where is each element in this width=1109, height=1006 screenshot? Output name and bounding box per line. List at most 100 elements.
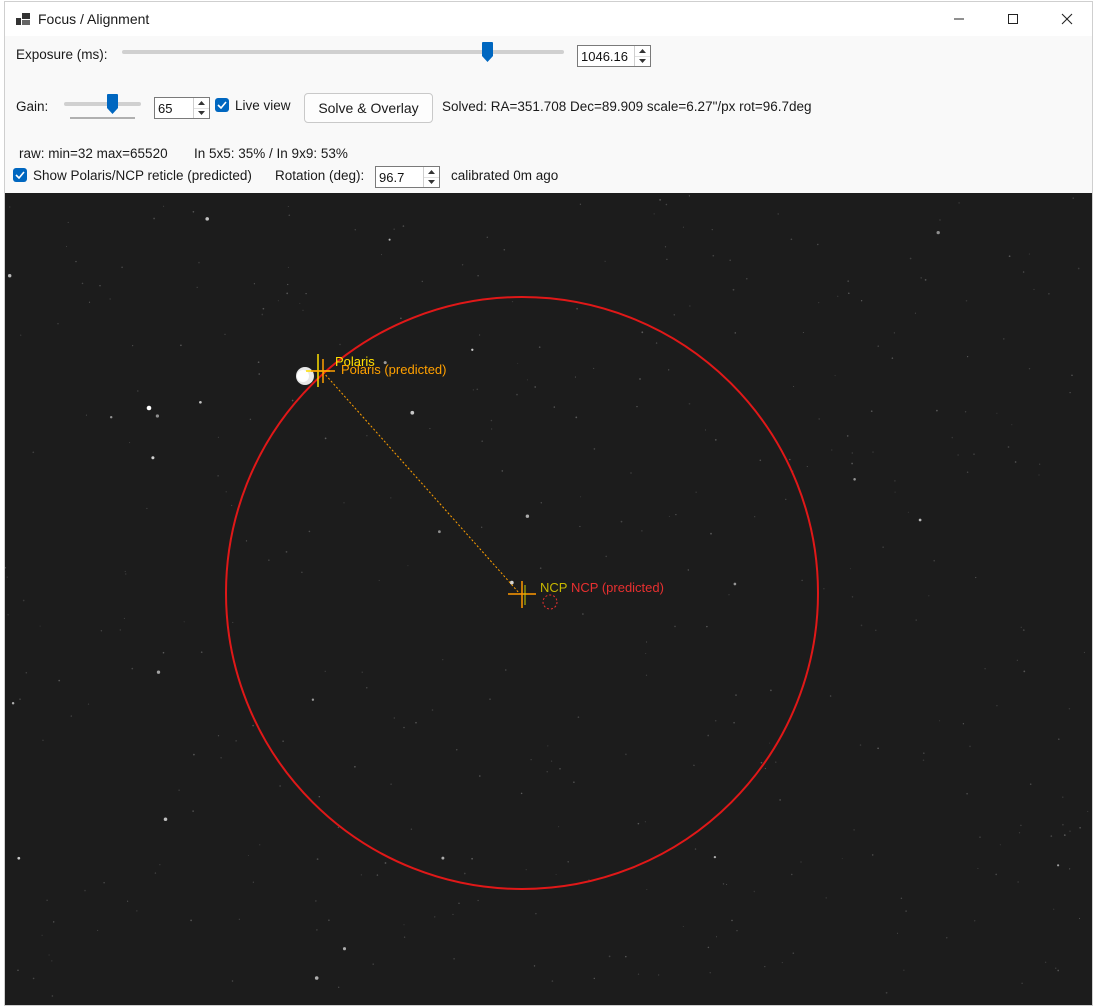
rotation-label: Rotation (deg):: [275, 168, 365, 183]
faint-star: [539, 567, 542, 569]
solve-overlay-button[interactable]: Solve & Overlay: [304, 93, 433, 123]
faint-star: [109, 415, 113, 419]
faint-star: [192, 211, 195, 213]
faint-star: [706, 625, 708, 628]
faint-star: [415, 721, 417, 724]
close-button[interactable]: [1040, 2, 1092, 36]
faint-star: [441, 856, 445, 860]
faint-star: [1021, 982, 1023, 984]
faint-star: [939, 219, 941, 221]
faint-star: [760, 761, 763, 764]
faint-star: [693, 764, 695, 767]
faint-star: [764, 767, 767, 770]
faint-star: [99, 285, 101, 287]
faint-star: [936, 230, 940, 235]
faint-star: [196, 286, 198, 289]
faint-star: [688, 195, 691, 197]
gain-slider-track[interactable]: [64, 102, 141, 106]
faint-star: [159, 864, 161, 866]
faint-star: [525, 514, 530, 518]
reticle-checkbox[interactable]: [13, 168, 27, 182]
ncp-predicted-label: NCP (predicted): [571, 580, 664, 595]
faint-star: [715, 936, 718, 938]
faint-star: [354, 229, 357, 231]
faint-star: [1008, 255, 1011, 258]
gain-slider-thumb[interactable]: [107, 94, 118, 114]
faint-star: [249, 418, 252, 421]
gain-tick-bar: [70, 117, 135, 119]
faint-star: [472, 389, 475, 391]
live-view-label[interactable]: Live view: [235, 98, 291, 113]
faint-star: [190, 919, 192, 922]
arrow-up-icon: [198, 101, 205, 105]
sky-image-view[interactable]: Polaris Polaris (predicted) NCP NCP (pre…: [5, 193, 1092, 1005]
faint-star: [877, 345, 879, 347]
reticle-label[interactable]: Show Polaris/NCP reticle (predicted): [33, 168, 252, 183]
exposure-value: 1046.16: [581, 49, 628, 64]
faint-star: [777, 213, 779, 215]
faint-star: [753, 890, 755, 893]
polaris-predicted-label: Polaris (predicted): [341, 362, 447, 377]
faint-star: [517, 362, 519, 364]
faint-star: [1016, 659, 1018, 661]
faint-star: [85, 414, 87, 416]
faint-star: [675, 513, 677, 516]
faint-star: [644, 821, 647, 823]
faint-star: [966, 792, 968, 795]
faint-star: [1028, 368, 1031, 370]
faint-star: [907, 511, 909, 513]
checkmark-icon: [217, 101, 227, 109]
faint-star: [726, 883, 728, 886]
faint-star: [605, 555, 607, 558]
faint-star: [659, 199, 661, 201]
live-view-checkbox[interactable]: [215, 98, 229, 112]
faint-star: [338, 986, 340, 988]
faint-star: [936, 409, 938, 412]
faint-star: [1003, 338, 1005, 340]
exposure-slider-thumb[interactable]: [482, 42, 493, 62]
faint-star: [127, 900, 129, 902]
faint-star: [1068, 708, 1071, 710]
faint-star: [301, 571, 303, 574]
exposure-spinbox[interactable]: 1046.16: [577, 45, 651, 67]
faint-star: [490, 419, 493, 422]
faint-star: [198, 261, 200, 264]
faint-star: [1017, 881, 1019, 883]
faint-star: [769, 742, 771, 744]
faint-star: [1050, 835, 1053, 837]
faint-star: [933, 559, 935, 562]
faint-star: [547, 745, 549, 747]
faint-star: [682, 226, 684, 228]
faint-star: [653, 213, 655, 215]
faint-star: [999, 844, 1001, 846]
bright-star: [146, 405, 152, 411]
faint-star: [1039, 463, 1041, 465]
control-panel: Exposure (ms): 1046.16 Gain: 65 Live vie…: [5, 36, 1092, 193]
faint-star: [567, 860, 570, 863]
faint-star: [252, 881, 254, 883]
faint-star: [17, 856, 21, 860]
faint-star: [962, 723, 965, 725]
faint-star: [712, 254, 715, 257]
maximize-button[interactable]: [986, 2, 1040, 36]
rotation-decrement-button[interactable]: [424, 177, 439, 187]
gain-decrement-button[interactable]: [194, 108, 209, 118]
faint-star: [668, 515, 670, 517]
exposure-decrement-button[interactable]: [635, 56, 650, 66]
faint-star: [75, 260, 77, 263]
minimize-button[interactable]: [932, 2, 986, 36]
exposure-slider-track[interactable]: [122, 50, 564, 54]
gain-spinbox[interactable]: 65: [154, 97, 210, 119]
rotation-spinbox[interactable]: 96.7: [375, 166, 440, 188]
faint-star: [580, 496, 582, 498]
faint-star: [287, 266, 289, 268]
faint-star: [637, 822, 640, 825]
faint-star: [471, 348, 474, 351]
faint-star: [410, 828, 413, 830]
faint-star: [136, 390, 139, 392]
faint-star: [403, 936, 406, 938]
polaris-ncp-line: [322, 371, 521, 595]
faint-star: [41, 934, 43, 936]
faint-star: [279, 785, 281, 787]
faint-star: [853, 829, 855, 831]
